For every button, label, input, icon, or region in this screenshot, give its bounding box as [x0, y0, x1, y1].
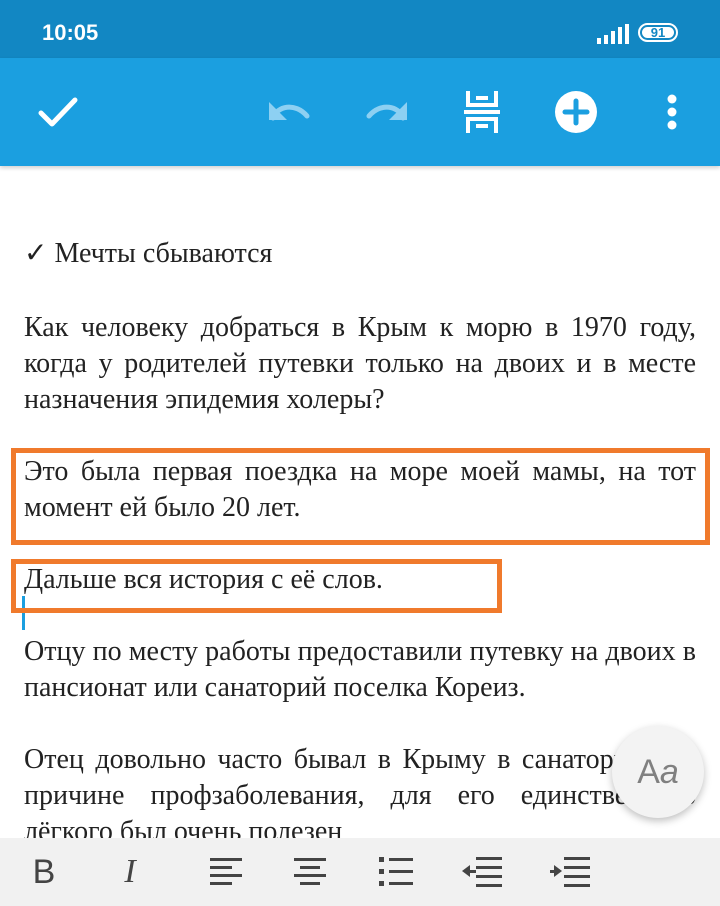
indent-button[interactable] [540, 838, 600, 906]
bold-icon: B [32, 852, 56, 891]
insert-button[interactable] [538, 58, 614, 166]
outdent-icon [462, 857, 502, 887]
add-circle-icon [555, 91, 597, 133]
undo-icon [269, 102, 310, 121]
paragraph: Отцу по месту работы предоставили путевк… [24, 636, 696, 703]
battery-level: 91 [650, 25, 666, 40]
font-size-icon: Aa [637, 752, 679, 791]
undo-button[interactable] [252, 58, 328, 166]
redo-icon [366, 102, 407, 121]
italic-button[interactable]: I [100, 838, 160, 906]
battery-icon: 91 [638, 23, 678, 42]
done-button[interactable] [20, 58, 96, 166]
align-center-button[interactable] [280, 838, 340, 906]
align-left-button[interactable] [196, 838, 256, 906]
highlight-box [11, 559, 502, 613]
indent-icon [550, 857, 590, 887]
text-format-fab[interactable]: Aa [612, 726, 704, 818]
paragraph: Как человеку добраться в Крым к морю в 1… [24, 312, 696, 415]
italic-icon: I [124, 853, 136, 890]
bullet-list-button[interactable] [366, 838, 426, 906]
align-center-icon [294, 858, 326, 885]
check-icon [38, 97, 78, 127]
status-time: 10:05 [42, 20, 99, 45]
highlight-box [11, 448, 710, 545]
bullet-list-icon [379, 857, 413, 886]
bold-button[interactable]: B [14, 838, 74, 906]
more-options-button[interactable] [640, 58, 704, 166]
editor-toolbar [0, 58, 720, 166]
more-vert-icon [667, 94, 677, 130]
redo-button[interactable] [348, 58, 424, 166]
format-bar: B I [0, 838, 720, 906]
signal-icon [597, 24, 629, 44]
document-title: ✓ Мечты сбываются [24, 238, 273, 269]
status-bar: 10:05 91 [0, 0, 720, 58]
page-layout-icon [464, 91, 500, 133]
align-left-icon [210, 858, 242, 885]
outdent-button[interactable] [452, 838, 512, 906]
page-layout-button[interactable] [444, 58, 520, 166]
paragraph: Отец довольно часто бывал в Крыму в сана… [24, 744, 696, 838]
